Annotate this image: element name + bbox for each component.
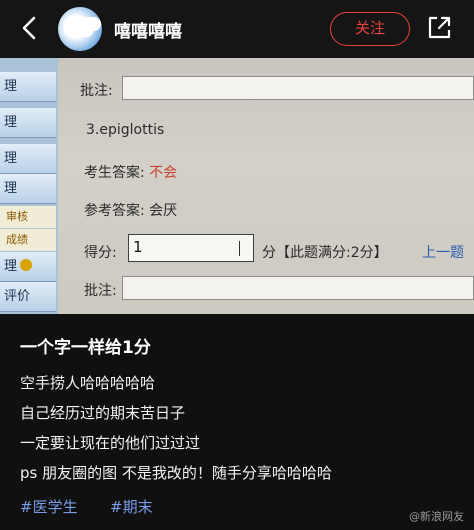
reference-answer: 会厌 xyxy=(149,203,178,219)
screen-sidebar-item: 评价 xyxy=(0,282,56,312)
screen-sidebar-item: 理 xyxy=(0,72,56,102)
screen-sidebar-item: 理 xyxy=(0,144,56,174)
comment-box-2 xyxy=(122,276,474,300)
score-value: 1 xyxy=(133,238,143,256)
screen-sidebar: 理 理 理 理 审核 成绩 理 评价 xyxy=(0,58,58,314)
reference-answer-label: 参考答案: xyxy=(84,203,145,219)
avatar[interactable] xyxy=(58,7,102,51)
score-label: 得分: xyxy=(84,245,117,261)
share-icon[interactable] xyxy=(426,15,452,41)
question-text: 3.epiglottis xyxy=(86,122,165,138)
student-answer: 不会 xyxy=(149,165,178,181)
screen-content: 批注: 3.epiglottis 考生答案: 不会 参考答案: 会厌 得分: 1… xyxy=(58,58,474,314)
reference-answer-row: 参考答案: 会厌 xyxy=(84,200,177,220)
badge-icon xyxy=(20,259,33,271)
comment-label: 批注: xyxy=(80,83,113,99)
post-line: ps 朋友圈的图 不是我改的！随手分享哈哈哈哈 xyxy=(20,464,332,482)
top-bar: 嘻嘻嘻嘻 关注 xyxy=(0,0,474,58)
username[interactable]: 嘻嘻嘻嘻 xyxy=(114,17,182,42)
score-input: 1 xyxy=(128,234,254,262)
screen-sidebar-item: 理 xyxy=(0,174,56,204)
hashtag[interactable]: #医学生 xyxy=(20,496,78,517)
hashtag[interactable]: #期末 xyxy=(110,496,153,517)
student-answer-row: 考生答案: 不会 xyxy=(84,162,177,182)
screen-sidebar-item: 理 xyxy=(0,252,56,282)
comment-box xyxy=(122,76,474,100)
comment-label-2: 批注: xyxy=(84,283,117,299)
chevron-left-icon[interactable] xyxy=(16,14,44,42)
student-answer-label: 考生答案: xyxy=(84,165,145,181)
post-line: 自己经历过的期末苦日子 xyxy=(20,404,186,422)
cloud-icon xyxy=(66,21,94,37)
watermark: @新浪网友 xyxy=(409,510,464,523)
score-note: 分【此题满分:2分】 xyxy=(262,245,388,261)
prev-question-link: 上一题 xyxy=(422,245,464,261)
text-cursor-icon xyxy=(239,241,240,256)
post-body: 一个字一样给1分 空手捞人哈哈哈哈哈 自己经历过的期末苦日子 一定要让现在的他们… xyxy=(0,314,474,530)
post-line: 空手捞人哈哈哈哈哈 xyxy=(20,374,156,392)
post-line: 一定要让现在的他们过过过 xyxy=(20,434,201,452)
screen-sidebar-item: 理 xyxy=(0,108,56,138)
screen-sidebar-subitem: 成绩 xyxy=(0,229,56,251)
follow-button[interactable]: 关注 xyxy=(330,12,410,46)
post-image[interactable]: 理 理 理 理 审核 成绩 理 评价 批注: 3.epiglottis 考生答案… xyxy=(0,58,474,314)
post-title: 一个字一样给1分 xyxy=(20,338,151,358)
screen-sidebar-subitem: 审核 xyxy=(0,206,56,228)
